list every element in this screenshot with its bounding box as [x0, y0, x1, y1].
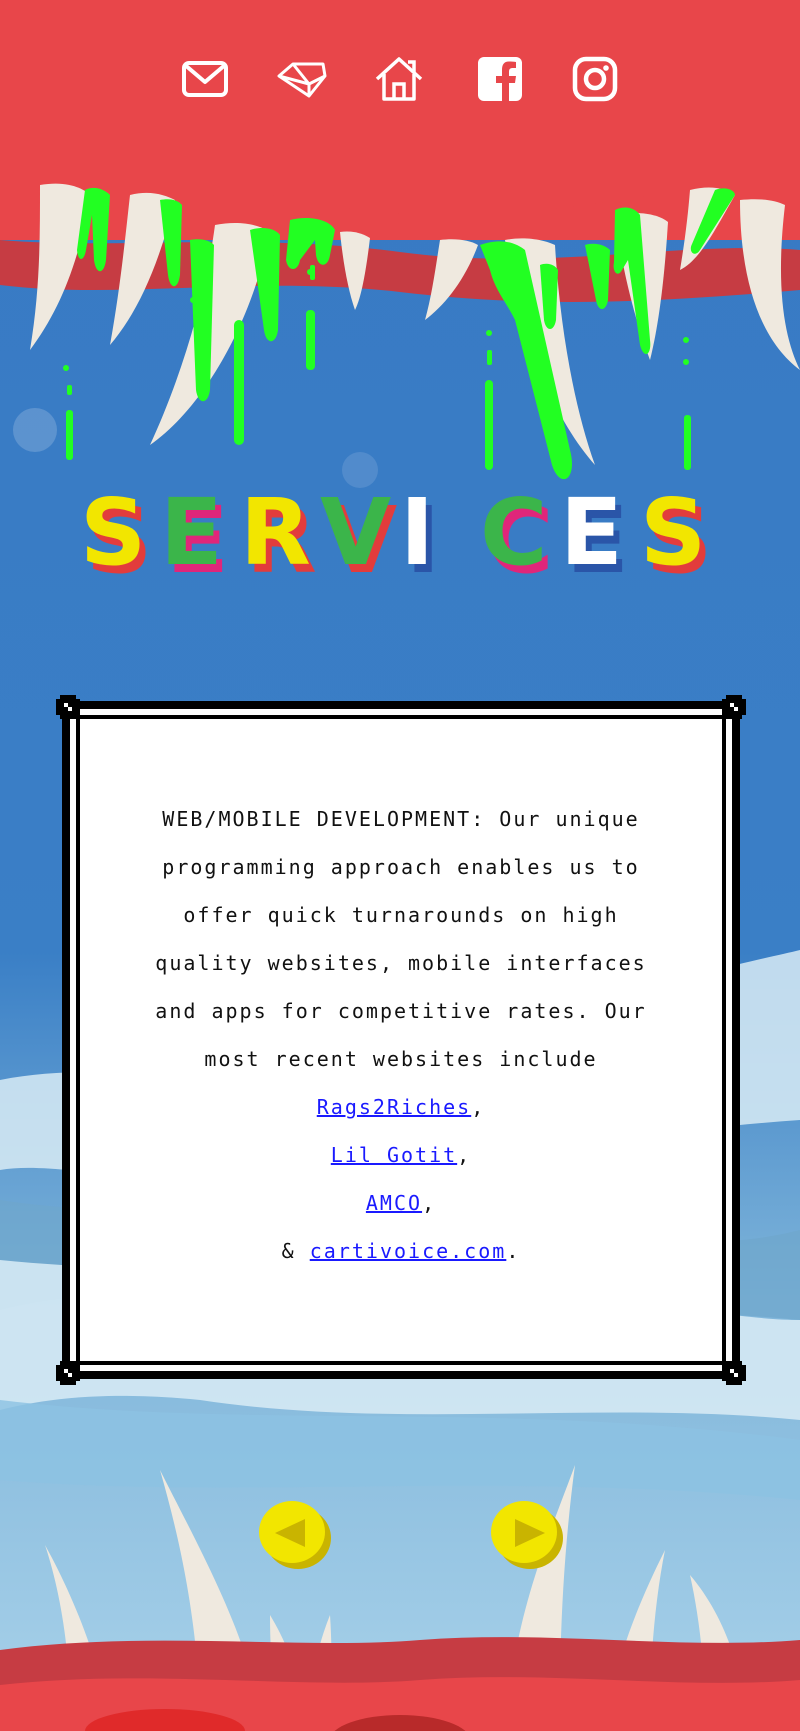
services-card: WEB/MOBILE DEVELOPMENT: Our unique progr…: [56, 695, 746, 1385]
title-letter: E: [560, 479, 623, 586]
instagram-icon-svg: [572, 56, 618, 102]
mail-icon-svg: [182, 61, 228, 97]
prev-arrow-button[interactable]: [255, 1493, 335, 1573]
link-line-amco: AMCO,: [96, 1179, 706, 1227]
description-line: and apps for competitive rates. Our: [155, 999, 647, 1023]
title-letter: I: [400, 479, 434, 586]
link-amco[interactable]: AMCO: [366, 1191, 422, 1215]
link-line-cartivoice: & cartivoice.com.: [96, 1227, 706, 1275]
title-letter: V: [320, 479, 391, 586]
title-letter: R: [240, 479, 311, 586]
link-cartivoice[interactable]: cartivoice.com: [310, 1239, 507, 1263]
description-line: most recent websites include: [204, 1047, 598, 1071]
link-suffix: ,: [471, 1095, 486, 1119]
link-line-rags2riches: Rags2Riches,: [96, 1083, 706, 1131]
home-icon[interactable]: [372, 52, 426, 106]
top-nav: [0, 0, 800, 160]
description-line: WEB/MOBILE DEVELOPMENT: Our unique: [162, 807, 640, 831]
facebook-icon[interactable]: [473, 52, 527, 106]
next-arrow-button[interactable]: [487, 1493, 567, 1573]
link-prefix: &: [281, 1239, 310, 1263]
prev-arrow-icon: [259, 1501, 331, 1569]
services-description: WEB/MOBILE DEVELOPMENT: Our unique progr…: [96, 795, 706, 1275]
title-letter: S: [80, 479, 146, 586]
title-letter: E: [160, 479, 223, 586]
mail-icon[interactable]: [178, 52, 232, 106]
facebook-icon-svg: [478, 57, 522, 101]
link-suffix: ,: [457, 1143, 472, 1167]
home-icon-svg: [375, 57, 423, 101]
title-letter: S: [640, 479, 706, 586]
link-rags2riches[interactable]: Rags2Riches: [317, 1095, 471, 1119]
description-line: quality websites, mobile interfaces: [155, 951, 647, 975]
instagram-icon[interactable]: [568, 52, 622, 106]
logo-diamond-icon[interactable]: [275, 52, 329, 106]
description-line: offer quick turnarounds on high: [183, 903, 619, 927]
link-suffix: .: [506, 1239, 521, 1263]
link-lil-gotit[interactable]: Lil Gotit: [331, 1143, 457, 1167]
title-letters: SS EE RR VV II CC EE SS: [80, 479, 712, 594]
title-letter: C: [480, 479, 548, 586]
services-title-art: SS EE RR VV II CC EE SS: [80, 479, 712, 594]
page: SSEERRVVIICCEESS SERVICES: [0, 0, 800, 1731]
link-suffix: ,: [422, 1191, 437, 1215]
link-line-lil-gotit: Lil Gotit,: [96, 1131, 706, 1179]
description-line: programming approach enables us to: [162, 855, 640, 879]
next-arrow-icon: [491, 1501, 563, 1569]
logo-diamond-svg: [277, 62, 327, 98]
page-title: SSEERRVVIICCEESS SERVICES: [70, 470, 730, 594]
